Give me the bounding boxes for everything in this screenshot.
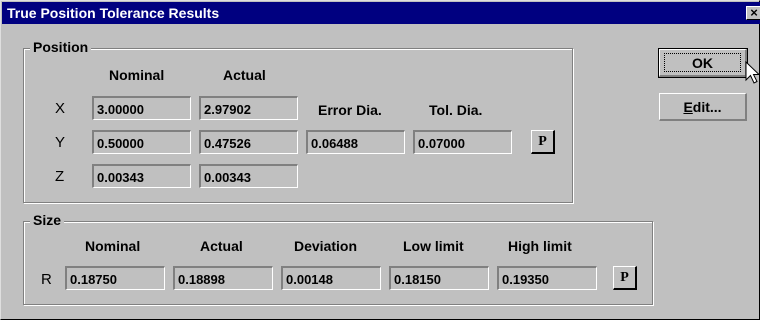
axis-y-label: Y [55, 134, 66, 151]
y-nominal-field[interactable] [92, 130, 191, 154]
dialog-window: True Position Tolerance Results × Positi… [0, 0, 760, 320]
size-nominal-header: Nominal [85, 238, 141, 254]
ok-button[interactable]: OK [658, 48, 748, 78]
arrow-cursor-icon [745, 61, 760, 84]
position-actual-header: Actual [223, 67, 266, 83]
title-bar[interactable]: True Position Tolerance Results × [2, 2, 760, 24]
size-legend: Size [30, 212, 65, 228]
position-legend: Position [30, 39, 92, 55]
size-p-button[interactable]: P [613, 266, 637, 290]
size-deviation-header: Deviation [294, 238, 358, 254]
size-high-limit-header: High limit [508, 238, 572, 254]
error-dia-field[interactable] [306, 130, 405, 154]
close-icon[interactable]: × [746, 6, 760, 20]
size-group: Size [23, 212, 653, 305]
axis-z-label: Z [55, 168, 65, 185]
z-nominal-field[interactable] [92, 164, 191, 188]
position-p-button[interactable]: P [531, 130, 555, 154]
edit-label-rest: dit... [692, 98, 722, 115]
size-high-limit-field[interactable] [497, 266, 597, 290]
x-nominal-field[interactable] [92, 96, 191, 120]
size-actual-field[interactable] [173, 266, 273, 290]
x-actual-field[interactable] [199, 96, 298, 120]
window-title: True Position Tolerance Results [7, 5, 220, 21]
ok-button-label: OK [692, 54, 713, 71]
position-nominal-header: Nominal [109, 67, 165, 83]
size-deviation-field[interactable] [281, 266, 381, 290]
axis-x-label: X [55, 100, 66, 117]
tol-dia-header: Tol. Dia. [429, 102, 483, 118]
size-low-limit-field[interactable] [389, 266, 489, 290]
edit-mnemonic: E [683, 98, 693, 115]
edit-button-label: Edit... [683, 99, 721, 115]
edit-button[interactable]: Edit... [659, 93, 747, 121]
z-actual-field[interactable] [199, 164, 298, 188]
y-actual-field[interactable] [199, 130, 298, 154]
axis-r-label: R [41, 271, 52, 288]
size-low-limit-header: Low limit [403, 238, 464, 254]
tol-dia-field[interactable] [413, 130, 512, 154]
size-nominal-field[interactable] [65, 266, 165, 290]
error-dia-header: Error Dia. [318, 102, 382, 118]
size-actual-header: Actual [200, 238, 243, 254]
